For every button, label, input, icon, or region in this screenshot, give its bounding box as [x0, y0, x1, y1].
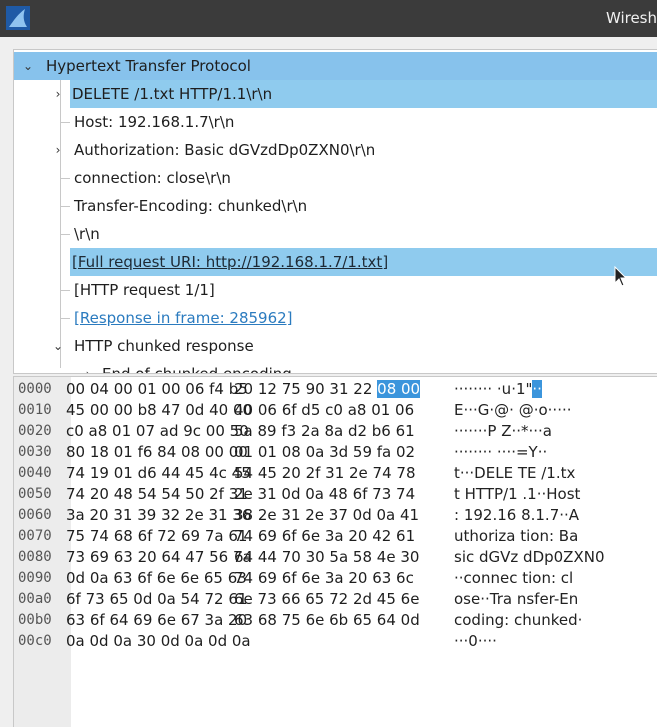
- hex-bytes-first-half[interactable]: 73 69 63 20 64 47 56 7a: [66, 547, 252, 568]
- chevron-right-icon[interactable]: ›: [52, 80, 64, 108]
- response-frame-link[interactable]: [Response in frame: 285962]: [72, 304, 293, 332]
- hex-ascii[interactable]: : 192.16 8.1.7··A: [454, 505, 579, 526]
- hex-bytes-first-half[interactable]: c0 a8 01 07 ad 9c 00 50: [66, 421, 249, 442]
- hex-bytes-first-half[interactable]: 45 00 00 b8 47 0d 40 00: [66, 400, 252, 421]
- tree-item-label: End of chunked encoding: [102, 365, 292, 374]
- tree-item-response-frame[interactable]: [Response in frame: 285962]: [14, 304, 657, 332]
- tree-item-label: DELETE /1.txt HTTP/1.1\r\n: [70, 80, 657, 108]
- hex-offset: 0020: [18, 423, 52, 439]
- hex-ascii[interactable]: coding: chunked·: [454, 610, 582, 631]
- wireshark-fin-icon: [6, 6, 30, 30]
- tree-item-crlf[interactable]: \r\n: [14, 220, 657, 248]
- tree-item-authorization[interactable]: › Authorization: Basic dGVzdDp0ZXN0\r\n: [14, 136, 657, 164]
- hex-ascii[interactable]: uthoriza tion: Ba: [454, 526, 578, 547]
- packet-details-pane[interactable]: ⌄ Hypertext Transfer Protocol › DELETE /…: [13, 49, 657, 374]
- chevron-right-icon[interactable]: ›: [82, 360, 94, 373]
- hex-ascii[interactable]: ose··Tra nsfer-En: [454, 589, 578, 610]
- hex-bytes-first-half[interactable]: 74 19 01 d6 44 45 4c 45: [66, 463, 251, 484]
- hex-bytes-first-half[interactable]: 74 20 48 54 54 50 2f 31: [66, 484, 248, 505]
- tree-item-label: Hypertext Transfer Protocol: [46, 57, 251, 75]
- hex-offset: 0090: [18, 570, 52, 586]
- hex-offset: 0060: [18, 507, 52, 523]
- hex-bytes-second-half[interactable]: 64 44 70 30 5a 58 4e 30: [234, 547, 419, 568]
- hex-bytes-second-half[interactable]: 40 06 6f d5 c0 a8 01 06: [234, 400, 414, 421]
- hex-offset: 0080: [18, 549, 52, 565]
- tree-item-label: \r\n: [74, 225, 100, 243]
- tree-item-request-count[interactable]: [HTTP request 1/1]: [14, 276, 657, 304]
- hex-ascii[interactable]: E···G·@· @·o·····: [454, 400, 572, 421]
- tree-item-chunked[interactable]: ⌄ HTTP chunked response: [14, 332, 657, 360]
- tree-item-label: HTTP chunked response: [74, 337, 254, 355]
- hex-bytes-first-half[interactable]: 0a 0d 0a 30 0d 0a 0d 0a: [66, 631, 251, 652]
- tree-item-label: Transfer-Encoding: chunked\r\n: [74, 197, 308, 215]
- hex-offset: 0010: [18, 402, 52, 418]
- hex-ascii[interactable]: ········ ·u·1"··: [454, 379, 542, 400]
- tree-item-label: [HTTP request 1/1]: [74, 281, 215, 299]
- window-title: Wiresh: [605, 9, 657, 27]
- hex-bytes-second-half[interactable]: 2e 31 0d 0a 48 6f 73 74: [234, 484, 415, 505]
- hex-bytes-second-half[interactable]: 74 69 6f 6e 3a 20 63 6c: [234, 568, 414, 589]
- hex-ascii[interactable]: ·······P Z··*···a: [454, 421, 552, 442]
- hex-bytes-second-half[interactable]: 74 69 6f 6e 3a 20 42 61: [234, 526, 415, 547]
- tree-item-label: Authorization: Basic dGVzdDp0ZXN0\r\n: [74, 141, 376, 159]
- tree-item-transfer-encoding[interactable]: Transfer-Encoding: chunked\r\n: [14, 192, 657, 220]
- hex-bytes-second-half[interactable]: 01 01 08 0a 3d 59 fa 02: [234, 442, 415, 463]
- title-bar: Wiresh: [0, 0, 657, 37]
- hex-bytes-first-half[interactable]: 3a 20 31 39 32 2e 31 36: [66, 505, 251, 526]
- hex-offset: 00a0: [18, 591, 52, 607]
- chevron-right-icon[interactable]: ›: [52, 136, 64, 164]
- tree-item-label: [Full request URI: http://192.168.1.7/1.…: [70, 248, 657, 276]
- tree-item-host[interactable]: Host: 192.168.1.7\r\n: [14, 108, 657, 136]
- hex-bytes-second-half[interactable]: 20 12 75 90 31 22 08 00: [234, 379, 421, 400]
- hex-offset: 0000: [18, 381, 52, 397]
- hex-bytes-first-half[interactable]: 0d 0a 63 6f 6e 6e 65 63: [66, 568, 247, 589]
- hex-bytes-first-half[interactable]: 6f 73 65 0d 0a 54 72 61: [66, 589, 247, 610]
- chevron-down-icon[interactable]: ⌄: [22, 52, 34, 80]
- hex-bytes-first-half[interactable]: 63 6f 64 69 6e 67 3a 20: [66, 610, 247, 631]
- hex-ascii[interactable]: ········ ····=Y··: [454, 442, 547, 463]
- hex-bytes-second-half[interactable]: 5a 89 f3 2a 8a d2 b6 61: [234, 421, 415, 442]
- packet-bytes-pane[interactable]: 0000 00 04 00 01 00 06 f4 b5 20 12 75 90 3…: [13, 376, 657, 727]
- hex-offset: 00b0: [18, 612, 52, 628]
- hex-bytes-first-half[interactable]: 75 74 68 6f 72 69 7a 61: [66, 526, 247, 547]
- hex-ascii[interactable]: t HTTP/1 .1··Host: [454, 484, 580, 505]
- hex-ascii[interactable]: ···0····: [454, 631, 497, 652]
- tree-item-end-chunk[interactable]: › End of chunked encoding: [14, 360, 657, 374]
- hex-offset: 0050: [18, 486, 52, 502]
- hex-offset: 0040: [18, 465, 52, 481]
- hex-bytes-second-half[interactable]: 63 68 75 6e 6b 65 64 0d: [234, 610, 420, 631]
- tree-item-http[interactable]: ⌄ Hypertext Transfer Protocol: [14, 52, 657, 80]
- chevron-down-icon[interactable]: ⌄: [52, 332, 64, 360]
- hex-bytes-second-half[interactable]: 38 2e 31 2e 37 0d 0a 41: [234, 505, 419, 526]
- tree-item-label: connection: close\r\n: [74, 169, 231, 187]
- hex-bytes-second-half[interactable]: 54 45 20 2f 31 2e 74 78: [234, 463, 416, 484]
- hex-offset: 00c0: [18, 633, 52, 649]
- hex-bytes-first-half[interactable]: 00 04 00 01 00 06 f4 b5: [66, 379, 248, 400]
- tree-item-connection[interactable]: connection: close\r\n: [14, 164, 657, 192]
- hex-bytes-second-half[interactable]: 6e 73 66 65 72 2d 45 6e: [234, 589, 419, 610]
- ascii-highlight[interactable]: ··: [532, 380, 542, 398]
- hex-ascii[interactable]: ··connec tion: cl: [454, 568, 573, 589]
- hex-offset: 0030: [18, 444, 52, 460]
- tree-item-full-uri[interactable]: [Full request URI: http://192.168.1.7/1.…: [14, 248, 657, 276]
- tree-item-request-line[interactable]: › DELETE /1.txt HTTP/1.1\r\n: [14, 80, 657, 108]
- hex-ascii[interactable]: t···DELE TE /1.tx: [454, 463, 575, 484]
- hex-bytes-first-half[interactable]: 80 18 01 f6 84 08 00 00: [66, 442, 248, 463]
- mouse-pointer-icon: [614, 266, 628, 287]
- hex-bytes-highlight[interactable]: 08 00: [377, 380, 421, 398]
- tree-item-label: Host: 192.168.1.7\r\n: [74, 113, 235, 131]
- hex-offset: 0070: [18, 528, 52, 544]
- hex-ascii[interactable]: sic dGVz dDp0ZXN0: [454, 547, 605, 568]
